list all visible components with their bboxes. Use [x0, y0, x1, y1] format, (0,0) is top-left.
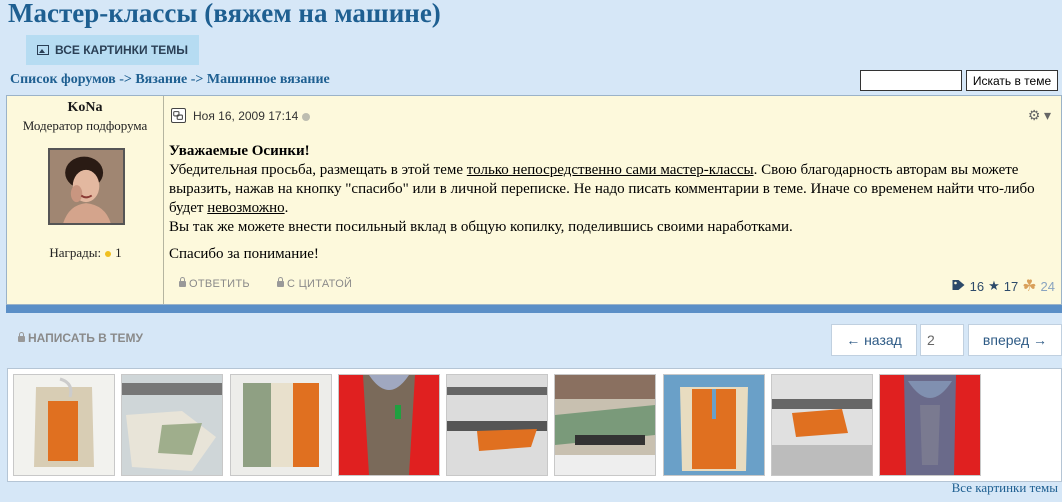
- breadcrumb-machine-knitting[interactable]: Машинное вязание: [207, 72, 330, 87]
- gallery-thumbnail[interactable]: [663, 374, 765, 476]
- post-footer-bar: [6, 305, 1062, 313]
- offline-status-icon: [302, 112, 311, 121]
- pager-next-button[interactable]: вперед →: [968, 324, 1062, 356]
- post-text-underlined: только непосредственно сами мастер-класс…: [466, 162, 754, 178]
- thumbnail-image: [880, 375, 980, 475]
- gallery-thumbnail[interactable]: [879, 374, 981, 476]
- gallery-thumbnail[interactable]: [121, 374, 223, 476]
- awards: Награды: 1: [7, 245, 164, 261]
- lock-icon: [277, 277, 284, 288]
- all-topic-pictures-label: ВСЕ КАРТИНКИ ТЕМЫ: [54, 43, 189, 57]
- breadcrumb-separator: ->: [190, 72, 204, 87]
- post-link-icon[interactable]: [171, 108, 186, 123]
- quote-button[interactable]: С ЦИТАТОЙ: [277, 277, 352, 290]
- avatar-image: [50, 150, 123, 223]
- karma-count: 24: [1040, 278, 1055, 294]
- author-role: Модератор подфорума: [22, 118, 148, 133]
- thumbnail-image: [122, 375, 222, 475]
- clover-icon[interactable]: ☘: [1022, 276, 1036, 296]
- post: KoNa Модератор подфорума Награды: 1 Ноя 1…: [6, 95, 1062, 305]
- gear-icon[interactable]: ⚙ ▾: [1028, 108, 1051, 125]
- all-topic-pictures-button[interactable]: ВСЕ КАРТИНКИ ТЕМЫ: [26, 35, 199, 65]
- link-glyph: [173, 111, 183, 120]
- gallery-thumbnail[interactable]: [230, 374, 332, 476]
- thumbnail-image: [231, 375, 331, 475]
- topic-gallery: [7, 368, 1062, 482]
- thumbnail-image: [772, 375, 872, 475]
- search-in-topic-button[interactable]: Искать в теме: [966, 70, 1058, 91]
- post-author-panel: KoNa Модератор подфорума Награды: 1: [7, 96, 164, 304]
- gallery-thumbnail[interactable]: [338, 374, 440, 476]
- search-input[interactable]: [860, 70, 962, 91]
- thumbnail-image: [664, 375, 764, 475]
- tags-count: 16: [969, 278, 985, 294]
- post-stats: 16 ★ 17 ☘ 24: [951, 276, 1055, 296]
- award-medal-icon: [105, 250, 112, 257]
- post-greeting: Уважаемые Осинки!: [169, 143, 310, 159]
- picture-icon: [36, 45, 49, 55]
- post-thanks: Спасибо за понимание!: [169, 246, 319, 262]
- write-in-topic-button[interactable]: НАПИСАТЬ В ТЕМУ: [18, 331, 143, 345]
- thumbnail-image: [14, 375, 114, 475]
- pager-prev-button[interactable]: ← назад: [831, 324, 917, 356]
- gallery-thumbnail[interactable]: [446, 374, 548, 476]
- gallery-thumbnail[interactable]: [771, 374, 873, 476]
- star-icon[interactable]: ★: [988, 278, 1000, 294]
- post-content-panel: Ноя 16, 2009 17:14 ⚙ ▾ Уважаемые Осинки!…: [165, 96, 1061, 304]
- breadcrumb-knitting[interactable]: Вязание: [135, 72, 187, 87]
- breadcrumb: Список форумов -> Вязание -> Машинное вя…: [10, 72, 330, 88]
- gallery-thumbnail[interactable]: [554, 374, 656, 476]
- lock-icon: [179, 277, 186, 288]
- gallery-thumbnail[interactable]: [13, 374, 115, 476]
- breadcrumb-forum-list[interactable]: Список форумов: [10, 72, 116, 87]
- thumbnail-image: [447, 375, 547, 475]
- post-body: Уважаемые Осинки! Убедительная просьба, …: [169, 142, 1055, 264]
- post-text-part: .: [284, 200, 289, 216]
- all-topic-pictures-link[interactable]: Все картинки темы: [952, 480, 1058, 496]
- stars-count: 17: [1003, 278, 1019, 294]
- post-text-underlined: невозможно: [207, 200, 285, 216]
- page-title: Мастер-классы (вяжем на машине): [8, 0, 441, 28]
- post-text-line: Вы так же можете внести посильный вклад …: [169, 219, 793, 235]
- breadcrumb-separator: ->: [119, 72, 132, 87]
- tag-icon[interactable]: [951, 279, 966, 294]
- awards-count: 1: [115, 245, 122, 260]
- thumbnail-image: [555, 375, 655, 475]
- lock-icon: [18, 331, 25, 342]
- author-name[interactable]: KoNa: [7, 100, 163, 116]
- post-date: Ноя 16, 2009 17:14: [193, 109, 311, 123]
- reply-button[interactable]: ОТВЕТИТЬ: [179, 277, 250, 290]
- post-text-part: Убедительная просьба, размещать в этой т…: [169, 162, 467, 178]
- avatar[interactable]: [48, 148, 125, 225]
- awards-label: Награды:: [49, 245, 102, 260]
- thumbnail-image: [339, 375, 439, 475]
- pager-page-input[interactable]: [920, 324, 964, 356]
